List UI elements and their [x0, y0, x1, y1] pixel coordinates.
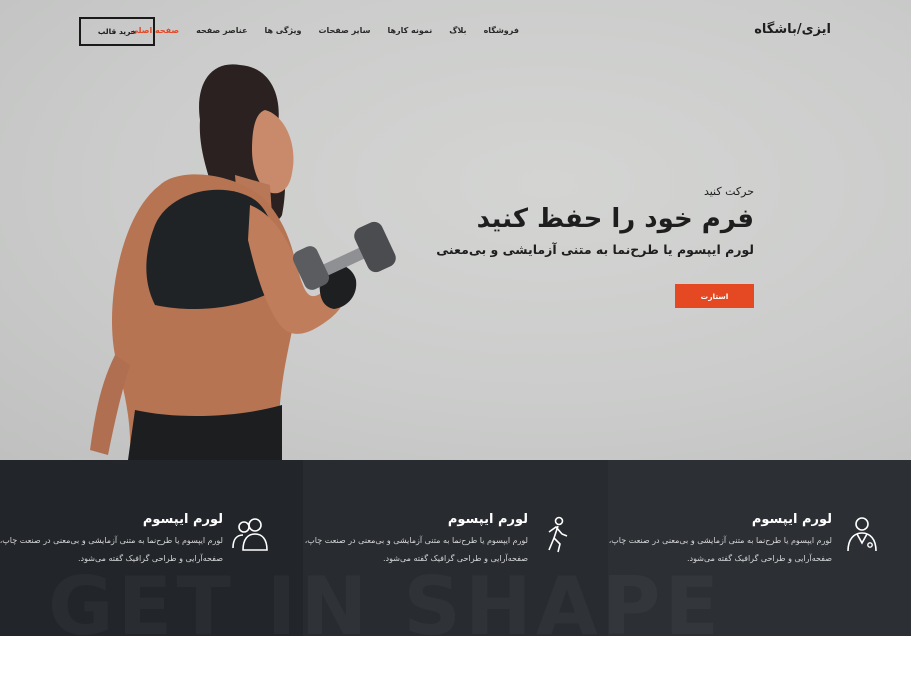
hero-headline: فرم خود را حفظ کنید: [476, 204, 754, 234]
hero-text-block: حرکت کنید فرم خود را حفظ کنید لورم ایپسو…: [436, 185, 754, 257]
athlete-image: [90, 64, 396, 460]
nav-item-features[interactable]: ویژگی ها: [264, 26, 301, 35]
buy-template-button[interactable]: خرید قالب: [79, 17, 155, 46]
hero-section: ایزی/باشگاه صفحه اصلی عناصر صفحه ویژگی ه…: [0, 0, 911, 460]
feature-text: لورم ایپسوم یا طرح‌نما به متنی آزمایشی و…: [608, 536, 832, 563]
watermark-text: GET IN SHAPE: [48, 560, 723, 636]
feature-title: لورم ایپسوم: [751, 512, 832, 527]
nav-item-portfolio[interactable]: نمونه کارها: [387, 26, 432, 35]
feature-text: لورم ایپسوم یا طرح‌نما به متنی آزمایشی و…: [304, 536, 528, 563]
doctor-icon: [847, 517, 877, 552]
feature-title: لورم ایپسوم: [142, 512, 223, 527]
nav-item-shop[interactable]: فروشگاه: [484, 26, 519, 35]
feature-text: لورم ایپسوم یا طرح‌نما به متنی آزمایشی و…: [0, 536, 223, 563]
walking-person-icon: [548, 516, 568, 553]
feature-title: لورم ایپسوم: [447, 512, 528, 527]
start-button[interactable]: استارت: [675, 284, 754, 308]
hero-kicker: حرکت کنید: [703, 185, 754, 198]
nav-item-blog[interactable]: بلاگ: [449, 26, 466, 35]
hero-subline: لورم ایپسوم یا طرح‌نما به متنی آزمایشی و…: [436, 242, 754, 257]
nav-item-other-pages[interactable]: سایر صفحات: [319, 26, 371, 35]
site-logo[interactable]: ایزی/باشگاه: [754, 22, 831, 37]
nav-item-page-elements[interactable]: عناصر صفحه: [196, 26, 247, 35]
features-band: GET IN SHAPE لورم ایپسوم لورم ایپسوم یا …: [0, 460, 911, 636]
main-nav: صفحه اصلی عناصر صفحه ویژگی ها سایر صفحات…: [130, 26, 519, 35]
users-icon: [232, 518, 268, 551]
